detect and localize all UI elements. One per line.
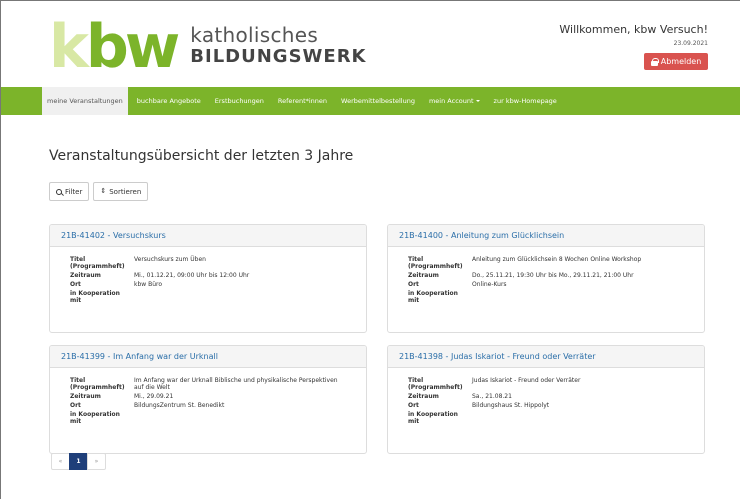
event-title: Versuchskurs zum Üben [134,256,206,263]
title-label: Titel (Programmheft) [408,377,463,391]
logout-label: Abmelden [660,57,702,66]
main-nav: meine Veranstaltungen buchbare Angebote … [1,87,740,115]
place-label: Ort [70,402,81,409]
filter-label: Filter [65,187,83,196]
event-cooperation [472,290,687,304]
kbw-logo[interactable]: k bw katholisches BILDUNGSWERK [49,12,367,82]
welcome-text: Willkommen, kbw Versuch! [559,23,708,36]
nav-label: mein Account [428,97,474,105]
caret-down-icon [475,100,480,102]
title-label: Titel (Programmheft) [70,256,125,270]
nav-item-meine-veranstaltungen[interactable]: meine Veranstaltungen [42,87,128,115]
logo-line-2: BILDUNGSWERK [190,46,367,67]
pagination-page-1[interactable]: 1 [69,453,88,470]
title-label: Titel (Programmheft) [408,256,463,270]
event-link[interactable]: 21B-41398 - Judas Iskariot - Freund oder… [399,352,596,361]
event-card-heading[interactable]: 21B-41399 - Im Anfang war der Urknall [50,346,366,368]
event-title: Im Anfang war der Urknall Biblische und … [134,377,338,391]
nav-item-mein-account[interactable]: mein Account [424,87,485,115]
nav-item-buchbare-angebote[interactable]: buchbare Angebote [132,87,206,115]
event-link[interactable]: 21B-41400 - Anleitung zum Glücklichsein [399,231,564,240]
period-label: Zeitraum [70,272,101,279]
event-cooperation [134,290,349,304]
event-period: Mi., 29.09.21 [134,393,174,400]
cooperation-label: in Kooperation mit [70,411,120,425]
page-frame: k bw katholisches BILDUNGSWERK Willkomme… [0,0,740,499]
event-card-heading[interactable]: 21B-41400 - Anleitung zum Glücklichsein [388,225,704,247]
lock-icon [650,57,659,66]
event-link[interactable]: 21B-41399 - Im Anfang war der Urknall [61,352,218,361]
pagination: « 1 » [51,453,106,470]
event-place: BildungsZentrum St. Benedikt [134,402,225,409]
nav-label: meine Veranstaltungen [47,97,123,105]
search-icon [56,188,62,195]
event-card: 21B-41398 - Judas Iskariot - Freund oder… [387,345,705,454]
page-title: Veranstaltungsübersicht der letzten 3 Ja… [49,148,354,164]
period-label: Zeitraum [408,393,439,400]
event-cooperation [134,411,349,425]
event-title: Anleitung zum Glücklichsein 8 Wochen Onl… [472,256,642,263]
event-period: Sa., 21.08.21 [472,393,512,400]
pagination-next[interactable]: » [87,453,106,470]
event-link[interactable]: 21B-41402 - Versuchskurs [61,231,166,240]
event-card: 21B-41402 - Versuchskurs Titel (Programmh… [49,224,367,333]
logo-wordmark: katholisches BILDUNGSWERK [190,24,366,68]
cooperation-label: in Kooperation mit [408,411,458,425]
nav-label: zur kbw-Homepage [493,97,557,105]
place-label: Ort [408,402,419,409]
logo-mark-bw: bw [85,12,180,82]
cooperation-label: in Kooperation mit [408,290,458,304]
cooperation-label: in Kooperation mit [70,290,120,304]
event-card-heading[interactable]: 21B-41398 - Judas Iskariot - Freund oder… [388,346,704,368]
logo-mark-k: k [49,12,89,82]
event-place: Online-Kurs [472,281,507,288]
nav-item-werbemittelbestellung[interactable]: Werbemittelbestellung [336,87,420,115]
toolbar: Filter ⇕ Sortieren [49,182,149,201]
place-label: Ort [408,281,419,288]
event-place: kbw Büro [134,281,163,288]
event-card: 21B-41400 - Anleitung zum Glücklichsein … [387,224,705,333]
event-details: Titel (Programmheft) Judas Iskariot - Freu… [388,368,704,425]
event-period: Mi., 01.12.21, 09:00 Uhr bis 12:00 Uhr [134,272,250,279]
event-period: Do., 25.11.21, 19:30 Uhr bis Mo., 29.11.… [472,272,634,279]
period-label: Zeitraum [70,393,101,400]
nav-item-referentinnen[interactable]: Referent*innen [273,87,332,115]
title-label: Titel (Programmheft) [70,377,125,391]
event-card-heading[interactable]: 21B-41402 - Versuchskurs [50,225,366,247]
event-details: Titel (Programmheft) Versuchskurs zum Üben… [50,247,366,304]
logout-button[interactable]: Abmelden [644,53,708,70]
nav-item-kbw-homepage[interactable]: zur kbw-Homepage [489,87,562,115]
filter-button[interactable]: Filter [49,182,90,201]
sort-label: Sortieren [109,187,142,196]
nav-item-erstbuchungen[interactable]: Erstbuchungen [210,87,269,115]
place-label: Ort [70,281,81,288]
event-details: Titel (Programmheft) Im Anfang war der Urk… [50,368,366,425]
event-details: Titel (Programmheft) Anleitung zum Glückli… [388,247,704,304]
logo-line-1: katholisches [190,23,319,47]
pagination-prev[interactable]: « [51,453,70,470]
nav-label: Referent*innen [277,97,328,105]
event-place: Bildungshaus St. Hippolyt [472,402,550,409]
header: k bw katholisches BILDUNGSWERK Willkomme… [1,1,740,87]
nav-label: Werbemittelbestellung [341,97,415,105]
event-title: Judas Iskariot - Freund oder Verräter [472,377,581,384]
sort-icon: ⇕ [100,187,107,195]
event-card: 21B-41399 - Im Anfang war der Urknall Ti… [49,345,367,454]
nav-label: buchbare Angebote [136,97,201,105]
period-label: Zeitraum [408,272,439,279]
sort-button[interactable]: ⇕ Sortieren [93,182,149,201]
nav-label: Erstbuchungen [214,97,264,105]
current-date: 23.09.2021 [673,40,708,47]
event-cooperation [472,411,687,425]
